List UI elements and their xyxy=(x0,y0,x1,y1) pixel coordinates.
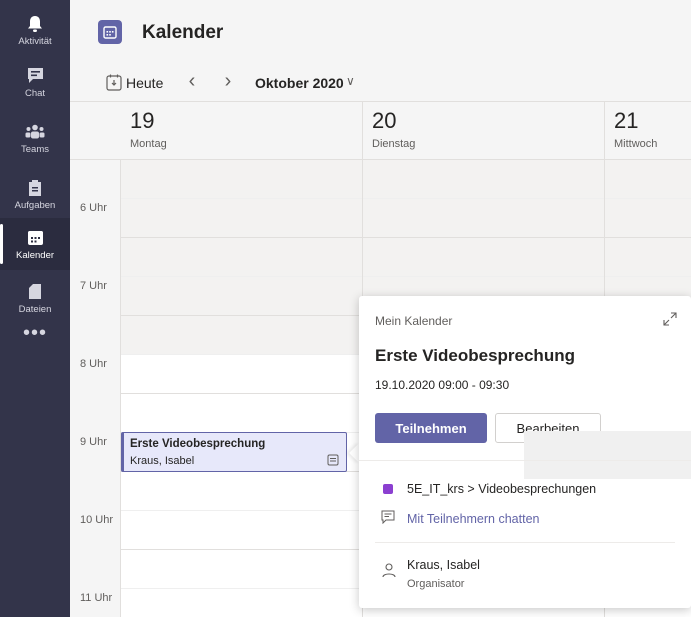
page-title: Kalender xyxy=(142,22,224,43)
time-label: 11 Uhr xyxy=(80,592,113,604)
rail-item-activity[interactable]: Aktivität xyxy=(0,4,70,56)
hour-line xyxy=(120,237,691,238)
app-rail: Aktivität Chat Teams Aufgaben Kalender D… xyxy=(0,0,70,617)
day-header: 19 Montag 20 Dienstag 21 Mittwoch xyxy=(70,102,691,160)
day-number: 20 xyxy=(372,108,397,133)
expand-icon[interactable] xyxy=(663,312,677,326)
rail-label: Dateien xyxy=(18,303,52,315)
time-gutter xyxy=(70,160,120,617)
rail-label: Chat xyxy=(24,87,46,99)
rail-item-files[interactable]: Dateien xyxy=(0,272,70,324)
previous-week-button[interactable]: ‹ xyxy=(182,70,202,93)
day-name: Dienstag xyxy=(372,138,416,150)
rail-label: Kalender xyxy=(15,249,55,261)
rail-item-calendar[interactable]: Kalender xyxy=(0,218,70,270)
next-week-button[interactable]: › xyxy=(218,70,238,93)
channel-icon xyxy=(383,484,393,494)
calendar-name: Mein Kalender xyxy=(375,314,453,328)
day-column-header[interactable]: 21 Mittwoch xyxy=(604,102,691,160)
today-button[interactable]: Heute xyxy=(126,75,163,91)
calendar-icon xyxy=(24,228,46,248)
rail-label: Aktivität xyxy=(18,35,52,47)
calendar-today-icon[interactable] xyxy=(106,74,122,91)
bell-icon xyxy=(24,14,46,34)
day-column-header[interactable]: 19 Montag xyxy=(120,102,362,160)
rail-item-chat[interactable]: Chat xyxy=(0,56,70,108)
join-button[interactable]: Teilnehmen xyxy=(375,413,487,443)
time-label: 6 Uhr xyxy=(80,202,107,214)
time-label: 7 Uhr xyxy=(80,280,107,292)
event-details-popup: Mein Kalender Erste Videobesprechung 19.… xyxy=(359,296,691,608)
channel-link[interactable]: 5E_IT_krs > Videobesprechungen xyxy=(407,482,596,496)
time-label: 9 Uhr xyxy=(80,436,107,448)
chevron-down-icon[interactable]: ∨ xyxy=(346,74,355,88)
column-divider xyxy=(120,160,121,617)
divider xyxy=(375,542,675,543)
rail-item-assignments[interactable]: Aufgaben xyxy=(0,168,70,220)
time-label: 8 Uhr xyxy=(80,358,107,370)
day-column-header[interactable]: 20 Dienstag xyxy=(362,102,604,160)
assignments-icon xyxy=(24,178,46,198)
day-number: 19 xyxy=(130,108,155,133)
event-title: Erste Videobesprechung xyxy=(130,438,266,450)
organizer-role: Organisator xyxy=(407,578,465,590)
chat-icon xyxy=(24,66,46,86)
chat-icon xyxy=(381,510,395,525)
calendar-app-icon xyxy=(98,20,122,44)
day-number: 21 xyxy=(614,108,639,133)
popup-event-title: Erste Videobesprechung xyxy=(375,346,575,365)
rail-label: Aufgaben xyxy=(14,199,56,211)
time-label: 10 Uhr xyxy=(80,514,114,526)
half-hour-line xyxy=(120,198,691,199)
event-time: 19.10.2020 09:00 - 09:30 xyxy=(375,378,510,392)
page-header: Kalender xyxy=(70,0,691,64)
more-apps-button[interactable]: ••• xyxy=(0,318,70,348)
calendar-event[interactable]: Erste Videobesprechung Kraus, Isabel xyxy=(121,432,347,472)
teams-icon xyxy=(24,122,46,142)
divider xyxy=(359,460,691,461)
event-organizer: Kraus, Isabel xyxy=(130,455,195,467)
rail-item-teams[interactable]: Teams xyxy=(0,112,70,164)
day-name: Mittwoch xyxy=(614,138,658,150)
person-icon xyxy=(381,562,397,578)
day-name: Montag xyxy=(130,138,167,150)
half-hour-line xyxy=(120,276,691,277)
rail-label: Teams xyxy=(21,143,49,155)
month-picker[interactable]: Oktober 2020 xyxy=(255,75,344,91)
meeting-icon xyxy=(327,453,339,466)
files-icon xyxy=(24,282,46,302)
organizer-name: Kraus, Isabel xyxy=(407,558,480,572)
overlay-block xyxy=(524,431,691,479)
calendar-toolbar: Heute ‹ › Oktober 2020 ∨ xyxy=(70,64,691,102)
chat-with-participants-link[interactable]: Mit Teilnehmern chatten xyxy=(407,512,539,526)
